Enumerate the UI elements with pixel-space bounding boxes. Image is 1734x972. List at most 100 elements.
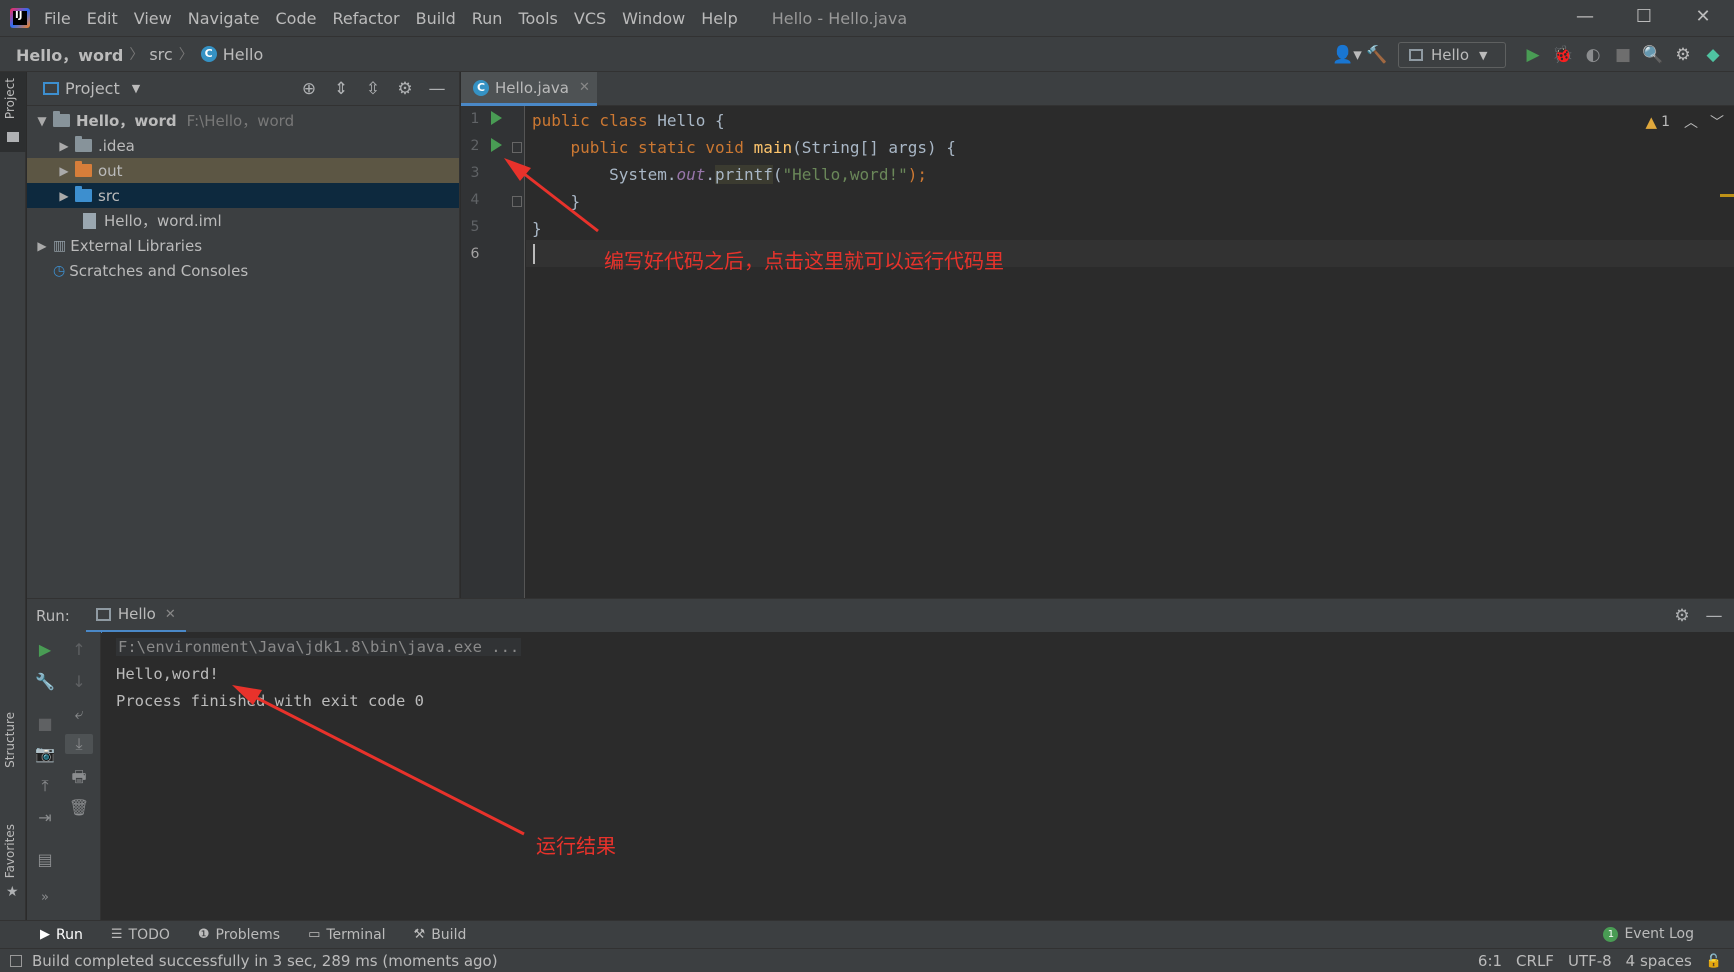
close-icon[interactable]: ✕ [579, 80, 590, 95]
status-toggle-icon[interactable] [10, 954, 22, 967]
jetbrains-toolbox-icon[interactable]: ◆ [1698, 45, 1728, 65]
fold-marker-icon[interactable] [512, 142, 522, 153]
tab-run[interactable]: ▶ Run [40, 927, 83, 943]
print-icon[interactable]: 🖶 [65, 766, 93, 793]
tree-item-project-root[interactable]: ▼ Hello，word F:\Hello，word [27, 108, 459, 133]
chevron-right-icon[interactable]: ▶ [31, 239, 53, 253]
fold-marker-icon[interactable] [512, 196, 522, 207]
soft-wrap-icon[interactable]: ⤶ [65, 704, 93, 724]
hide-panel-icon[interactable]: — [421, 79, 453, 99]
run-config-dropdown[interactable]: Hello ▼ [1398, 42, 1506, 68]
settings-gear-icon[interactable]: ⚙ [1666, 606, 1698, 626]
search-icon[interactable]: 🔍 [1638, 45, 1668, 65]
coverage-icon[interactable]: ◐ [1578, 45, 1608, 65]
editor-tab-bar: C Hello.java ✕ [461, 72, 1734, 106]
run-config-label: Hello [1431, 46, 1470, 64]
rerun-icon[interactable]: ▶ [31, 640, 59, 659]
stop-icon[interactable]: ■ [1608, 45, 1638, 65]
tab-terminal[interactable]: ▭ Terminal [308, 927, 385, 943]
menu-file[interactable]: File [44, 9, 71, 28]
user-account-icon[interactable]: 👤▾ [1332, 45, 1362, 65]
menu-tools[interactable]: Tools [518, 9, 557, 28]
chevron-right-icon[interactable]: ▶ [53, 164, 75, 178]
structure-tool-tab[interactable]: Structure [0, 712, 26, 792]
status-message[interactable]: Build completed successfully in 3 sec, 2… [32, 952, 498, 970]
chevron-down-icon[interactable]: ﹀ [1710, 112, 1724, 132]
tree-item-idea[interactable]: ▶ .idea [27, 133, 459, 158]
project-panel-title[interactable]: Project [65, 79, 120, 98]
code-editor[interactable]: public class Hello { public static void … [526, 106, 1734, 598]
favorites-tool-tab[interactable]: Favorites ★ [0, 824, 26, 904]
menu-view[interactable]: View [134, 9, 172, 28]
camera-icon[interactable]: 📷 [31, 744, 59, 763]
breadcrumb-src[interactable]: src [149, 45, 172, 64]
menu-refactor[interactable]: Refactor [332, 9, 399, 28]
exit-icon[interactable]: ⤒ [31, 776, 59, 796]
locate-target-icon[interactable]: ⊕ [293, 79, 325, 99]
tab-problems[interactable]: ❶ Problems [198, 927, 280, 943]
menu-run[interactable]: Run [472, 9, 503, 28]
chevron-up-icon[interactable]: ︿ [1684, 112, 1698, 132]
menu-help[interactable]: Help [701, 9, 737, 28]
tree-item-out[interactable]: ▶ out [27, 158, 459, 183]
arrow-down-icon[interactable]: ↓ [65, 672, 93, 691]
settings-gear-icon[interactable]: ⚙ [389, 79, 421, 99]
run-label: Run: [36, 606, 70, 625]
hide-panel-icon[interactable]: — [1698, 606, 1730, 626]
chevron-right-icon[interactable]: ▶ [53, 139, 75, 153]
menu-build[interactable]: Build [416, 9, 456, 28]
run-tab-hello[interactable]: Hello ✕ [85, 599, 186, 633]
menu-window[interactable]: Window [622, 9, 685, 28]
wrench-icon[interactable]: 🔧 [31, 672, 59, 691]
debug-bug-icon[interactable]: 🐞 [1548, 45, 1578, 65]
tree-item-iml[interactable]: Hello，word.iml [27, 208, 459, 233]
menu-navigate[interactable]: Navigate [188, 9, 260, 28]
tree-item-src[interactable]: ▶ src [27, 183, 459, 208]
arrow-up-icon[interactable]: ↑ [65, 640, 93, 659]
tree-item-external-libraries[interactable]: ▶ ▥ External Libraries [27, 233, 459, 258]
tab-hello-java[interactable]: C Hello.java ✕ [461, 72, 597, 106]
run-class-gutter-icon[interactable] [491, 111, 502, 125]
expand-all-icon[interactable]: ⇕ [325, 79, 357, 99]
indent-setting[interactable]: 4 spaces [1626, 952, 1692, 970]
breadcrumb-hello[interactable]: Hello [223, 45, 264, 64]
stop-icon[interactable]: ■ [31, 714, 59, 733]
list-icon: ☰ [110, 927, 123, 942]
caret-position[interactable]: 6:1 [1478, 952, 1502, 970]
login-icon[interactable]: ⇥ [31, 808, 59, 827]
tab-label: Terminal [326, 926, 386, 943]
collapse-all-icon[interactable]: ⇳ [357, 79, 389, 99]
menu-vcs[interactable]: VCS [574, 9, 606, 28]
chevron-down-icon[interactable]: ▼ [31, 114, 53, 128]
chevron-down-icon[interactable]: ▼ [132, 82, 140, 95]
settings-gear-icon[interactable]: ⚙ [1668, 45, 1698, 65]
scroll-to-end-icon[interactable]: ⤓ [65, 734, 93, 754]
inspection-widget[interactable]: ▲ 1 ︿ ﹀ [1646, 112, 1724, 132]
close-window-button[interactable]: ✕ [1691, 6, 1715, 27]
minimize-button[interactable]: — [1573, 6, 1597, 27]
tree-item-scratches[interactable]: ◷ Scratches and Consoles [27, 258, 459, 283]
chevron-right-icon[interactable]: ▶ [53, 189, 75, 203]
file-encoding[interactable]: UTF-8 [1568, 952, 1612, 970]
menu-code[interactable]: Code [276, 9, 317, 28]
close-icon[interactable]: ✕ [165, 607, 176, 622]
project-tool-tab[interactable]: Project [0, 72, 26, 152]
layout-icon[interactable]: ▤ [31, 850, 59, 869]
breadcrumb-project[interactable]: Hello，word [16, 42, 123, 66]
lock-icon[interactable]: 🔓 [1706, 954, 1722, 969]
tab-build[interactable]: ⚒ Build [414, 927, 467, 943]
trash-icon[interactable]: 🗑 [65, 798, 93, 817]
event-log-button[interactable]: 1 Event Log [1603, 926, 1694, 942]
tab-todo[interactable]: ☰ TODO [111, 927, 170, 943]
console-command-line[interactable]: F:\environment\Java\jdk1.8\bin\java.exe … [116, 638, 522, 656]
run-icon[interactable]: ▶ [1518, 45, 1548, 65]
run-main-gutter-icon[interactable] [491, 138, 502, 152]
menu-edit[interactable]: Edit [87, 9, 118, 28]
more-icon[interactable]: » [31, 890, 59, 905]
line-separator[interactable]: CRLF [1516, 952, 1554, 970]
excluded-folder-icon [75, 161, 92, 177]
run-console[interactable]: F:\environment\Java\jdk1.8\bin\java.exe … [102, 632, 1734, 920]
build-hammer-icon[interactable]: 🔨 [1362, 45, 1392, 65]
maximize-button[interactable]: ☐ [1632, 6, 1656, 27]
scrollbar-warning-marker[interactable] [1720, 194, 1734, 197]
